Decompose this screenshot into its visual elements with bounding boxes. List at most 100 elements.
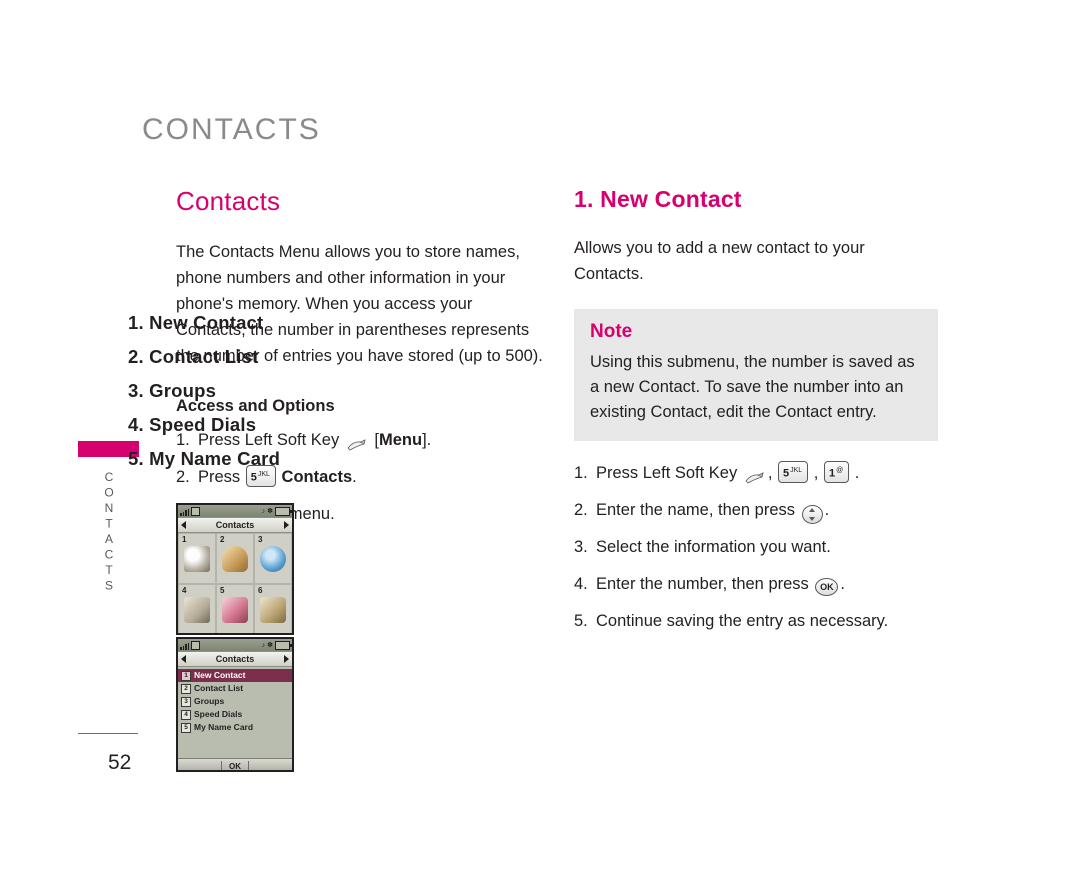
submenu-item-4[interactable]: 4. Speed Dials	[128, 414, 368, 436]
phone-title-text: Contacts	[215, 520, 255, 530]
phone-menu-row-4[interactable]: 4 Speed Dials	[178, 708, 292, 721]
phone-icon-cell-2[interactable]: 2	[216, 533, 254, 584]
phone-icon-number: 5	[220, 586, 225, 595]
submenu-item-5[interactable]: 5. My Name Card	[128, 448, 368, 470]
side-tab-label: CONTACTS	[102, 470, 116, 594]
keypad-key-1-icon: 1@	[823, 460, 850, 484]
phone-menu-row-number: 4	[181, 709, 191, 720]
step-text: .	[840, 575, 845, 593]
note-box: Note Using this submenu, the number is s…	[574, 309, 938, 441]
submenu-item-2[interactable]: 2. Contact List	[128, 346, 368, 368]
phone-icon-art	[184, 545, 210, 572]
step-text: Select the information you want.	[596, 538, 831, 556]
right-column: 1. New Contact Allows you to add a new c…	[574, 186, 938, 646]
step-text: ].	[422, 431, 432, 449]
right-intro-text: Allows you to add a new contact to your …	[574, 239, 865, 283]
phone-menu-row-label: Groups	[194, 696, 225, 706]
note-text: Using this submenu, the number is saved …	[590, 353, 915, 421]
soft-key-icon	[745, 468, 765, 483]
step-number: 2.	[574, 501, 588, 519]
prev-arrow-icon	[181, 521, 186, 529]
step-text: Enter the name, then press	[596, 501, 800, 519]
step-text: .	[824, 501, 830, 519]
page-number: 52	[108, 751, 132, 774]
phone-menu-row-number: 1	[181, 670, 191, 681]
step-text: Continue saving the entry as necessary.	[596, 612, 889, 630]
phone-menu-row-label: Contact List	[194, 683, 244, 693]
phone-icon-number: 4	[182, 586, 187, 595]
mode-indicator-icon	[191, 506, 200, 516]
step-item: 3. Select the information you want.	[574, 535, 938, 559]
phone-screenshot-menu-list: ♪ ✽ Contacts 1 New Contact 2 Contact List 3 G…	[176, 637, 294, 772]
battery-icon	[275, 640, 292, 650]
phone-screenshot-icon-grid: ♪ ✽ Contacts 1 2 3 4 5 6	[176, 503, 294, 635]
page-title: CONTACTS	[142, 113, 321, 146]
step-number: 4.	[574, 575, 588, 593]
phone-menu-row-label: My Name Card	[194, 722, 254, 732]
phone-status-bar-2: ♪ ✽	[178, 639, 292, 651]
right-steps-list: 1. Press Left Soft Key , 5JKL , 1@ . 2. Ent…	[574, 460, 938, 633]
navigation-key-icon	[801, 504, 823, 524]
phone-icon-number: 2	[220, 535, 225, 544]
phone-icon-art	[260, 596, 286, 623]
phone-menu-row-2[interactable]: 2 Contact List	[178, 682, 292, 695]
phone-menu-row-number: 3	[181, 696, 191, 707]
step-item: 4. Enter the number, then press OK.	[574, 572, 938, 596]
submenu-item-3[interactable]: 3. Groups	[128, 380, 368, 402]
phone-icon-art	[222, 596, 248, 623]
phone-menu-row-1[interactable]: 1 New Contact	[178, 669, 292, 682]
submenu-item-1[interactable]: 1. New Contact	[128, 312, 368, 334]
phone-menu-row-label: New Contact	[194, 670, 246, 680]
step-number: 1.	[574, 464, 588, 482]
next-arrow-icon	[284, 655, 289, 663]
phone-title-text-2: Contacts	[215, 654, 255, 664]
phone-soft-key-bar: OK	[178, 758, 292, 770]
phone-title-bar-2: Contacts	[178, 651, 292, 667]
prev-arrow-icon	[181, 655, 186, 663]
keypad-key-5-icon: 5JKL	[778, 460, 809, 484]
phone-menu-rows: 1 New Contact 2 Contact List 3 Groups 4 Speed D…	[178, 667, 292, 758]
signal-bars-icon	[180, 508, 189, 516]
phone-menu-row-label: Speed Dials	[194, 709, 243, 719]
phone-icon-number: 6	[258, 586, 263, 595]
phone-icon-cell-3[interactable]: 3	[254, 533, 292, 584]
step-text: Press Left Soft Key	[596, 464, 742, 482]
phone-menu-row-3[interactable]: 3 Groups	[178, 695, 292, 708]
note-title: Note	[590, 321, 633, 342]
step-text: [	[369, 431, 379, 449]
alarm-icon: ✽	[267, 507, 273, 515]
step-emphasis: Menu	[379, 431, 423, 449]
step-text: .	[850, 464, 860, 482]
phone-icon-number: 1	[182, 535, 187, 544]
phone-icon-art	[260, 545, 286, 572]
signal-bars-icon	[180, 642, 189, 650]
left-section-title: Contacts	[176, 186, 281, 216]
phone-icon-number: 3	[258, 535, 263, 544]
mode-indicator-icon	[191, 640, 200, 650]
phone-title-bar: Contacts	[178, 517, 292, 533]
phone-status-bar: ♪ ✽	[178, 505, 292, 517]
submenu-item-list: 1. New Contact 2. Contact List 3. Groups 4.…	[128, 312, 368, 482]
bluetooth-icon: ♪	[261, 507, 266, 515]
step-number: 5.	[574, 612, 588, 630]
phone-menu-row-number: 5	[181, 722, 191, 733]
phone-icon-cell-4[interactable]: 4	[178, 584, 216, 633]
battery-icon	[275, 506, 292, 516]
step-number: 3.	[574, 538, 588, 556]
phone-menu-row-number: 2	[181, 683, 191, 694]
phone-icon-art	[222, 545, 248, 572]
step-text: ,	[809, 464, 823, 482]
step-item: 2. Enter the name, then press .	[574, 498, 938, 524]
phone-menu-row-5[interactable]: 5 My Name Card	[178, 721, 292, 734]
phone-ok-softkey: OK	[221, 760, 249, 770]
phone-icon-cell-5[interactable]: 5	[216, 584, 254, 633]
page-divider	[78, 733, 138, 734]
phone-icon-art	[184, 596, 210, 623]
phone-icon-cell-6[interactable]: 6	[254, 584, 292, 633]
phone-icon-cell-1[interactable]: 1	[178, 533, 216, 584]
ok-key-icon: OK	[815, 578, 839, 596]
next-arrow-icon	[284, 521, 289, 529]
step-item: 5. Continue saving the entry as necessary…	[574, 609, 938, 633]
step-text: ,	[767, 464, 777, 482]
right-section-title: 1. New Contact	[574, 186, 742, 212]
